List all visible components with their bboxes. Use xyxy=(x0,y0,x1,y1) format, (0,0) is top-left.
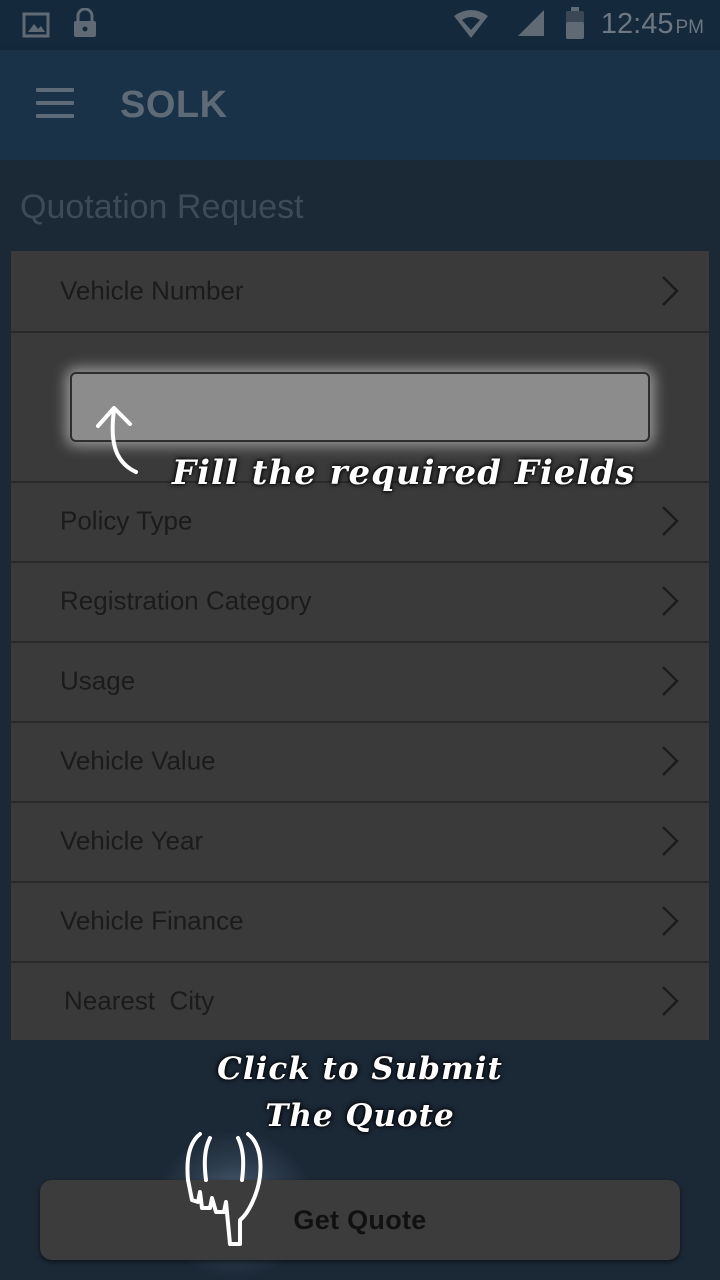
vehicle-number-input[interactable] xyxy=(70,372,650,442)
curved-arrow-icon xyxy=(96,406,138,474)
chevron-right-icon xyxy=(662,826,679,856)
vehicle-finance-row[interactable]: Vehicle Finance xyxy=(11,881,709,963)
signal-icon xyxy=(518,10,544,36)
registration-category-label: Registration Category xyxy=(60,585,312,616)
vehicle-finance-label: Vehicle Finance xyxy=(60,905,244,936)
chevron-right-icon xyxy=(662,985,679,1016)
vehicle-year-label: Vehicle Year xyxy=(60,825,204,856)
vehicle-number-row[interactable]: Vehicle Number xyxy=(11,251,709,333)
vehicle-value-label: Vehicle Value xyxy=(60,745,216,776)
fill-fields-hint: Fill the required Fields xyxy=(172,453,636,493)
usage-row[interactable]: Usage xyxy=(11,641,709,723)
nearest-city-label: Nearest City xyxy=(64,985,215,1015)
get-quote-button[interactable]: Get Quote xyxy=(40,1180,680,1260)
chevron-right-icon xyxy=(662,276,679,306)
pointing-hand-icon xyxy=(185,1132,263,1246)
status-time: 12:45 PM xyxy=(601,8,704,41)
status-time-value: 12:45 xyxy=(600,8,674,40)
submit-hint-line1: Click to Submit xyxy=(217,1051,503,1087)
hamburger-menu-icon[interactable] xyxy=(36,88,76,120)
status-bar: 12:45 PM xyxy=(0,0,720,50)
wifi-icon xyxy=(454,10,488,38)
page-title: Quotation Request xyxy=(20,188,304,226)
chevron-right-icon xyxy=(662,506,679,536)
status-time-ampm: PM xyxy=(675,17,705,38)
app-title: SOLK xyxy=(120,84,228,126)
battery-icon xyxy=(566,7,584,39)
chevron-right-icon xyxy=(662,746,679,776)
policy-type-row[interactable]: Policy Type xyxy=(11,481,709,563)
policy-type-label: Policy Type xyxy=(60,505,193,536)
vehicle-value-row[interactable]: Vehicle Value xyxy=(11,721,709,803)
image-icon xyxy=(22,12,50,38)
nearest-city-row[interactable]: Nearest City xyxy=(11,961,709,1040)
chevron-right-icon xyxy=(662,906,679,936)
submit-hint: Click to Submit The Quote xyxy=(200,1046,520,1140)
quotation-form: Vehicle Number Policy Type Registration … xyxy=(11,251,709,1040)
vehicle-year-row[interactable]: Vehicle Year xyxy=(11,801,709,883)
usage-label: Usage xyxy=(60,665,136,696)
vehicle-number-label: Vehicle Number xyxy=(60,275,244,306)
chevron-right-icon xyxy=(662,586,679,616)
chevron-right-icon xyxy=(662,666,679,696)
registration-category-row[interactable]: Registration Category xyxy=(11,561,709,643)
lock-icon xyxy=(74,8,96,37)
app-bar: SOLK xyxy=(0,50,720,160)
